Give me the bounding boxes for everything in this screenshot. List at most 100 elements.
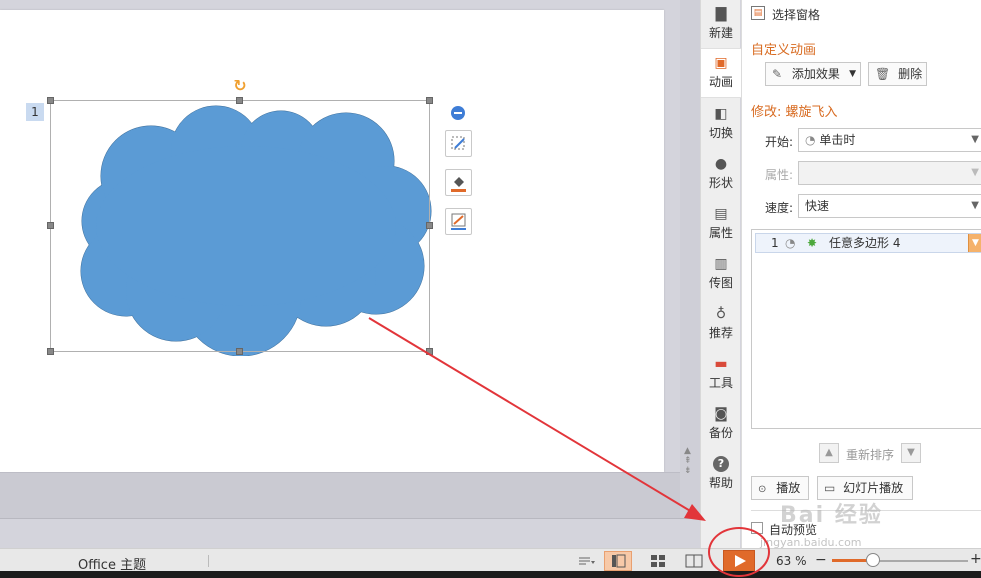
resize-handle-n[interactable] xyxy=(236,97,243,104)
start-value: 单击时 xyxy=(819,133,856,147)
scroll-arrows-icon[interactable]: ▲ ⇞ ⇟ xyxy=(684,446,692,476)
notes-toggle-button[interactable] xyxy=(574,551,602,571)
resize-handle-s[interactable] xyxy=(236,348,243,355)
speed-label: 速度: xyxy=(765,201,794,215)
sidebar-tab-label: 属性 xyxy=(708,226,733,240)
zoom-slider-thumb[interactable] xyxy=(865,553,880,567)
outline-button[interactable] xyxy=(445,208,472,235)
normal-view-button[interactable] xyxy=(604,551,632,571)
effect-index: 1 xyxy=(771,236,779,250)
transition-icon: ◧ xyxy=(714,106,728,122)
outline-pen-icon xyxy=(451,213,466,230)
sidebar-tab-transition[interactable]: ◧ 切换 xyxy=(701,100,741,150)
rotate-handle-icon[interactable]: ↻ xyxy=(232,78,248,94)
chevron-down-icon: ▼ xyxy=(971,167,979,178)
resize-handle-w[interactable] xyxy=(47,222,54,229)
sidebar-tabs: ▇ 新建 ▣ 动画 ◧ 切换 ● 形状 ▤ 属性 ▥ 传图 ♁ 推荐 ▬ 工具 … xyxy=(700,0,741,548)
custom-animation-pane: ▤ 选择窗格 自定义动画 ✎ 添加效果 ▼ 🗑 删除 修改: 螺旋飞入 开始: … xyxy=(741,0,981,548)
play-circle-icon: ⊙ xyxy=(758,484,767,495)
sidebar-tab-label: 传图 xyxy=(708,276,733,290)
start-label: 开始: xyxy=(765,135,794,149)
selection-pane-link[interactable]: 选择窗格 xyxy=(772,6,820,23)
divider xyxy=(0,518,700,519)
sidebar-tab-label: 形状 xyxy=(708,176,733,190)
sidebar-tab-upload-image[interactable]: ▥ 传图 xyxy=(701,250,741,300)
move-down-button[interactable]: ▼ xyxy=(901,443,921,463)
fill-button[interactable] xyxy=(445,169,472,196)
notes-area[interactable] xyxy=(0,472,700,518)
sidebar-tab-label: 动画 xyxy=(708,75,733,89)
normal-view-icon xyxy=(612,554,626,568)
vertical-scrollbar[interactable]: ▲ ⇞ ⇟ xyxy=(680,0,700,518)
resize-handle-ne[interactable] xyxy=(426,97,433,104)
add-effect-label: 添加效果 xyxy=(791,67,840,81)
arrow-down-icon: ▼ xyxy=(907,447,915,458)
spiral-star-icon: ✸ xyxy=(807,236,818,250)
sidebar-tab-recommend[interactable]: ♁ 推荐 xyxy=(701,300,741,350)
speed-value: 快速 xyxy=(805,199,830,213)
mouse-click-icon: ◔ xyxy=(785,236,796,250)
zoom-level: 63 % xyxy=(776,554,807,568)
sidebar-tab-tools[interactable]: ▬ 工具 xyxy=(701,350,741,400)
sidebar-tab-label: 备份 xyxy=(708,426,733,440)
selection-frame xyxy=(50,100,430,352)
mouse-click-icon: ◔ xyxy=(805,133,816,147)
divider xyxy=(208,555,209,567)
taskbar-edge xyxy=(0,571,981,578)
paint-bucket-icon xyxy=(451,177,466,192)
backup-icon: ◙ xyxy=(714,406,728,422)
sidebar-tab-label: 工具 xyxy=(708,376,733,390)
sidebar-tab-new[interactable]: ▇ 新建 xyxy=(701,0,741,50)
animation-icon: ▣ xyxy=(714,55,728,71)
reading-view-button[interactable] xyxy=(680,551,708,571)
upload-image-icon: ▥ xyxy=(714,256,728,272)
annotation-circle xyxy=(708,527,770,577)
sidebar-tab-label: 新建 xyxy=(708,26,733,40)
sidebar-tab-help[interactable]: ? 帮助 xyxy=(701,450,741,500)
resize-handle-nw[interactable] xyxy=(47,97,54,104)
sidebar-tab-label: 推荐 xyxy=(708,326,733,340)
resize-handle-sw[interactable] xyxy=(47,348,54,355)
help-icon: ? xyxy=(713,456,729,472)
chevron-down-icon: ▼ xyxy=(971,200,979,211)
delete-button[interactable]: 🗑 删除 xyxy=(868,62,927,86)
watermark-logo: Bai 经验 xyxy=(780,503,883,528)
start-select[interactable]: ◔ 单击时 ▼ xyxy=(798,128,981,152)
custom-animation-title: 自定义动画 xyxy=(751,43,817,58)
effect-name: 任意多边形 4 xyxy=(829,236,901,250)
sidebar-tab-shape[interactable]: ● 形状 xyxy=(701,150,741,200)
slide-sorter-button[interactable] xyxy=(644,551,672,571)
zoom-in-button[interactable]: + xyxy=(970,551,981,567)
sidebar-tab-properties[interactable]: ▤ 属性 xyxy=(701,200,741,250)
book-icon xyxy=(685,554,703,568)
effect-list[interactable]: 1 ◔ ✸ 任意多边形 4 ▼ xyxy=(751,229,981,429)
move-up-button[interactable]: ▲ xyxy=(819,443,839,463)
sidebar-tab-label: 帮助 xyxy=(708,476,733,490)
new-file-icon: ▇ xyxy=(715,6,727,22)
resize-handle-se[interactable] xyxy=(426,348,433,355)
sidebar-tab-animation[interactable]: ▣ 动画 xyxy=(701,48,741,98)
animation-order-badge: 1 xyxy=(26,103,44,121)
selection-pane-icon[interactable]: ▤ xyxy=(751,6,765,20)
recommend-icon: ♁ xyxy=(715,306,727,322)
speed-select[interactable]: 快速 ▼ xyxy=(798,194,981,218)
sidebar-tab-backup[interactable]: ◙ 备份 xyxy=(701,400,741,450)
grid-view-icon xyxy=(651,555,665,567)
zoom-out-button[interactable]: − xyxy=(815,552,827,568)
add-effect-button[interactable]: ✎ 添加效果 ▼ xyxy=(765,62,861,86)
slideshow-icon: ▭ xyxy=(824,481,836,495)
properties-icon: ▤ xyxy=(714,206,728,222)
trash-icon: 🗑 xyxy=(875,67,891,81)
delete-label: 删除 xyxy=(898,67,923,81)
chevron-down-icon[interactable]: ▼ xyxy=(968,234,981,252)
list-item[interactable]: 1 ◔ ✸ 任意多边形 4 ▼ xyxy=(755,233,981,253)
arrow-up-icon: ▲ xyxy=(825,447,833,458)
play-label: 播放 xyxy=(776,481,801,495)
collapse-tools-icon[interactable] xyxy=(451,106,465,120)
resize-handle-e[interactable] xyxy=(426,222,433,229)
property-select: ▼ xyxy=(798,161,981,185)
chevron-down-icon: ▼ xyxy=(971,134,979,145)
property-label: 属性: xyxy=(765,168,794,182)
edit-shape-button[interactable] xyxy=(445,130,472,157)
shape-icon: ● xyxy=(714,156,728,172)
